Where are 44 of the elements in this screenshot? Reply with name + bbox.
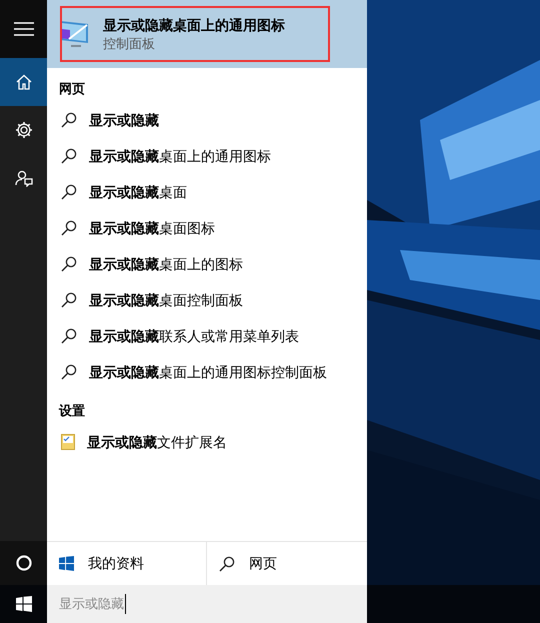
settings-app-icon: [61, 434, 75, 450]
suggestion-text: 显示或隐藏文件扩展名: [87, 432, 227, 452]
search-icon: [61, 364, 77, 380]
feedback-icon: [14, 169, 32, 187]
menu-button[interactable]: [0, 0, 47, 58]
suggestion-text: 显示或隐藏桌面图标: [89, 218, 215, 238]
settings-result[interactable]: 显示或隐藏文件扩展名: [47, 424, 367, 460]
web-suggestion[interactable]: 显示或隐藏联系人或常用菜单列表: [47, 318, 367, 354]
search-icon: [61, 112, 77, 128]
suggestion-text: 显示或隐藏桌面控制面板: [89, 290, 243, 310]
web-suggestion[interactable]: 显示或隐藏桌面上的图标: [47, 246, 367, 282]
search-icon: [61, 220, 77, 236]
menu-icon: [14, 22, 34, 36]
result-category: 控制面板: [103, 35, 156, 53]
web-suggestion[interactable]: 显示或隐藏: [47, 102, 367, 138]
suggestion-text: 显示或隐藏联系人或常用菜单列表: [89, 326, 299, 346]
windows-logo-icon: [59, 556, 74, 571]
result-title: 显示或隐藏桌面上的通用图标: [103, 16, 285, 35]
search-icon: [61, 184, 77, 200]
suggestion-text: 显示或隐藏: [89, 110, 159, 130]
monitor-icon: [59, 19, 91, 49]
search-icon: [61, 148, 77, 164]
suggestion-text: 显示或隐藏桌面: [89, 182, 187, 202]
home-button[interactable]: [0, 58, 47, 106]
circle-icon: [16, 555, 32, 571]
section-heading: 网页: [58, 80, 85, 98]
suggestion-text: 显示或隐藏桌面上的通用图标控制面板: [89, 362, 327, 382]
search-icon: [61, 256, 77, 272]
search-icon: [219, 556, 235, 572]
best-match-result[interactable]: 显示或隐藏桌面上的通用图标 控制面板: [47, 0, 367, 68]
web-suggestion[interactable]: 显示或隐藏桌面图标: [47, 210, 367, 246]
web-suggestion[interactable]: 显示或隐藏桌面: [47, 174, 367, 210]
windows-logo-icon[interactable]: [16, 596, 32, 612]
home-icon: [16, 74, 32, 90]
search-icon: [61, 328, 77, 344]
settings-icon: [14, 121, 32, 139]
web-suggestion[interactable]: 显示或隐藏桌面上的通用图标控制面板: [47, 354, 367, 390]
cortana-button[interactable]: [0, 541, 47, 585]
section-heading: 设置: [58, 402, 85, 420]
web-suggestion[interactable]: 显示或隐藏桌面上的通用图标: [47, 138, 367, 174]
suggestion-text: 显示或隐藏桌面上的通用图标: [89, 146, 271, 166]
web-suggestion[interactable]: 显示或隐藏桌面控制面板: [47, 282, 367, 318]
search-icon: [61, 292, 77, 308]
suggestion-text: 显示或隐藏桌面上的图标: [89, 254, 243, 274]
